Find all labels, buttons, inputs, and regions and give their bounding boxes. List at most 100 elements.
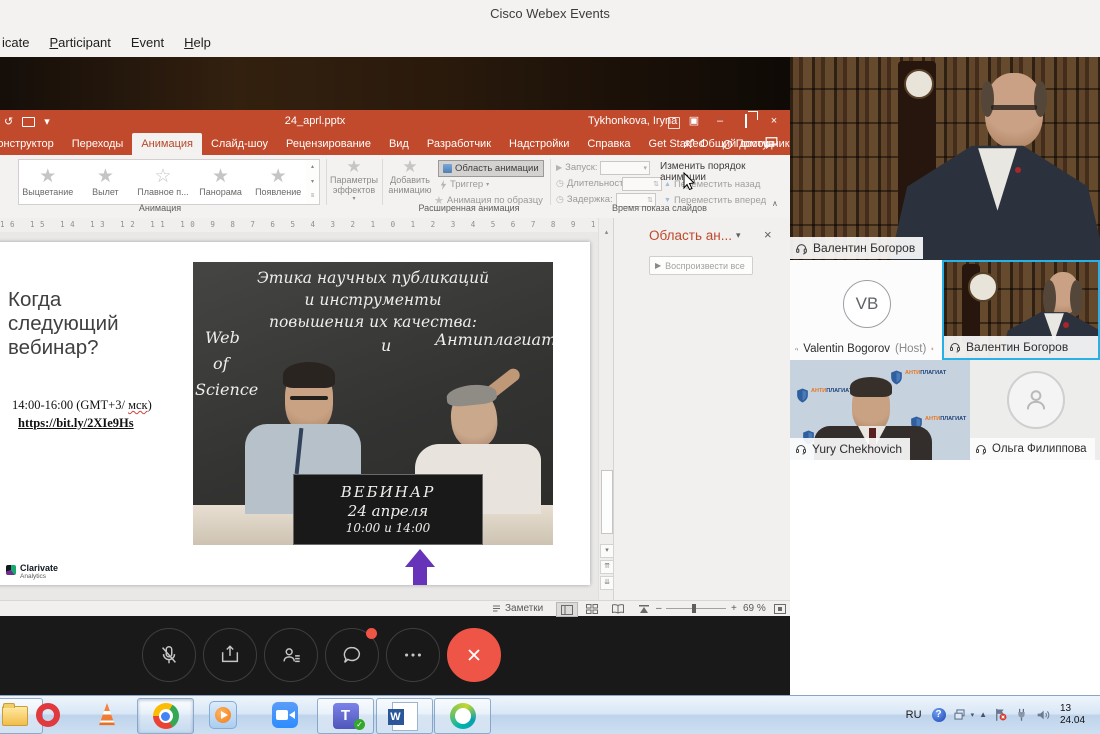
tile-ольга-филиппова-avatar[interactable]: Ольга Филиппова bbox=[970, 360, 1100, 460]
tab-animation[interactable]: Анимация bbox=[132, 133, 202, 155]
slide-scrollbar[interactable]: ▴ ▾ ⇈ ⇊ bbox=[598, 218, 614, 600]
participants-button[interactable] bbox=[264, 628, 318, 682]
power-plug-icon[interactable] bbox=[1014, 707, 1029, 722]
animation-pane-button[interactable]: Область анимации bbox=[438, 160, 544, 177]
tray-caret-icon[interactable]: ▾ bbox=[971, 711, 975, 719]
zoom-in-button[interactable]: + bbox=[731, 601, 737, 616]
gallery-scroll-up-icon[interactable]: ▴ bbox=[306, 160, 319, 175]
gallery-scroll-down-icon[interactable]: ▾ bbox=[306, 175, 319, 190]
show-hidden-icons[interactable]: ▲ bbox=[979, 710, 987, 719]
media-player-icon bbox=[209, 701, 237, 729]
chat-button[interactable] bbox=[325, 628, 379, 682]
taskbar-teams[interactable]: ✓ bbox=[317, 698, 374, 734]
play-icon: ▶ bbox=[655, 261, 661, 270]
zoom-out-button[interactable]: – bbox=[656, 601, 662, 616]
comments-icon[interactable] bbox=[764, 136, 779, 149]
ribbon-display-options-icon[interactable]: ▣ bbox=[682, 110, 706, 133]
tab-view[interactable]: Вид bbox=[380, 133, 418, 155]
gallery-more-icon[interactable]: ≡ bbox=[306, 189, 319, 204]
taskbar-opera[interactable] bbox=[24, 698, 72, 732]
zoom-level[interactable]: 69 % bbox=[743, 601, 766, 616]
slide-time-text: 14:00-16:00 (GMT+3/ мск) bbox=[12, 398, 152, 413]
collapse-ribbon-icon[interactable]: ∧ bbox=[772, 199, 778, 208]
share-screen-button[interactable] bbox=[203, 628, 257, 682]
ppt-share-button[interactable]: Общий доступ bbox=[683, 133, 774, 155]
slide-sorter-view-button[interactable] bbox=[582, 602, 602, 615]
minimize-icon[interactable]: – bbox=[708, 110, 732, 133]
gallery-scroll-buttons: ▴ ▾ ≡ bbox=[306, 159, 320, 205]
animation-fly-in[interactable]: ★Вылет bbox=[77, 160, 135, 204]
tile-valentin-bogorov-avatar[interactable]: VB Valentin Bogorov (Host) bbox=[790, 260, 943, 360]
animation-pane-icon bbox=[443, 164, 452, 173]
help-tray-icon[interactable]: ? bbox=[932, 708, 946, 722]
tab-review[interactable]: Рецензирование bbox=[277, 133, 380, 155]
tab-developer[interactable]: Разработчик bbox=[418, 133, 500, 155]
taskbar-webex[interactable] bbox=[434, 698, 491, 734]
tab-addins[interactable]: Надстройки bbox=[500, 133, 578, 155]
scrollbar-thumb[interactable] bbox=[601, 470, 613, 534]
trigger-button[interactable]: Триггер▾ bbox=[440, 177, 489, 192]
scroll-down-button[interactable]: ▾ bbox=[600, 544, 614, 558]
taskbar-chrome[interactable] bbox=[137, 698, 194, 734]
add-animation-button[interactable]: ★ Добавить анимацию bbox=[386, 158, 434, 204]
close-icon[interactable]: × bbox=[762, 110, 786, 133]
tab-slideshow[interactable]: Слайд-шоу bbox=[202, 133, 277, 155]
avatar-initials: VB bbox=[843, 280, 891, 328]
zoom-slider-thumb[interactable] bbox=[692, 604, 696, 613]
undo-icon[interactable]: ↺ bbox=[4, 115, 13, 128]
play-all-button[interactable]: ▶ Воспроизвести все bbox=[649, 256, 753, 275]
tab-help[interactable]: Справка bbox=[578, 133, 639, 155]
next-slide-button[interactable]: ⇊ bbox=[600, 576, 614, 590]
reading-view-button[interactable] bbox=[608, 602, 628, 615]
menu-item-participant[interactable]: Participant bbox=[39, 35, 120, 50]
animation-pane-title: Область ан... bbox=[649, 228, 732, 243]
mute-button[interactable] bbox=[142, 628, 196, 682]
tab-transitions[interactable]: Переходы bbox=[63, 133, 133, 155]
ppt-ribbon-tabs: Конструктор Переходы Анимация Слайд-шоу … bbox=[0, 133, 790, 155]
animation-pan[interactable]: ★Панорама bbox=[192, 160, 250, 204]
menu-item-event[interactable]: Event bbox=[121, 35, 174, 50]
animation-float-in[interactable]: ☆Плавное п... bbox=[134, 160, 192, 204]
effect-options-button[interactable]: ★ Параметры эффектов ▾ bbox=[330, 158, 378, 204]
tile-валентин-богоров-video-selected[interactable]: Валентин Богоров bbox=[942, 260, 1100, 360]
qat-customize-icon[interactable]: ▾ bbox=[44, 115, 50, 128]
tile-name-label: Валентин Богоров bbox=[944, 336, 1100, 358]
normal-view-button[interactable] bbox=[556, 602, 578, 617]
more-options-button[interactable] bbox=[386, 628, 440, 682]
taskbar-word[interactable] bbox=[376, 698, 433, 734]
menu-item-help[interactable]: Help bbox=[174, 35, 221, 50]
taskbar-zoom[interactable] bbox=[261, 698, 309, 732]
previous-slide-button[interactable]: ⇈ bbox=[600, 560, 614, 574]
animation-gallery: ★Выцветание ★Вылет ☆Плавное п... ★Панора… bbox=[18, 159, 308, 205]
move-earlier-button[interactable]: ▲ Переместить назад bbox=[664, 177, 760, 192]
animation-appear[interactable]: ★Появление bbox=[249, 160, 307, 204]
main-video-валентин-богоров[interactable] bbox=[790, 57, 1100, 260]
leave-event-button[interactable] bbox=[447, 628, 501, 682]
tile-yury-chekhovich-video[interactable]: АНТИПЛАГИАТ АНТИПЛАГИАТ АНТИПЛАГИАТ Yury… bbox=[790, 360, 970, 460]
slideshow-view-button[interactable] bbox=[634, 602, 654, 615]
pane-menu-icon[interactable]: ▾ bbox=[736, 230, 741, 241]
tab-constructor[interactable]: Конструктор bbox=[0, 133, 63, 155]
slide-link: https://bit.ly/2XIe9Hs bbox=[18, 416, 134, 431]
menu-item-communicate[interactable]: icate bbox=[0, 35, 39, 50]
restore-icon[interactable] bbox=[734, 110, 758, 133]
taskbar-vlc[interactable] bbox=[83, 698, 131, 732]
star-icon: ★ bbox=[39, 168, 56, 186]
animation-fade[interactable]: ★Выцветание bbox=[19, 160, 77, 204]
slideshow-icon[interactable] bbox=[22, 117, 35, 127]
photo-man-right-head bbox=[448, 386, 500, 450]
video-person-head bbox=[1047, 272, 1079, 314]
clock[interactable]: 13 24.04 bbox=[1054, 703, 1100, 727]
volume-icon[interactable] bbox=[1035, 707, 1051, 723]
language-indicator[interactable]: RU bbox=[900, 709, 928, 721]
notes-toggle[interactable]: Заметки bbox=[492, 601, 543, 616]
duration-spinner[interactable]: ⇅ bbox=[622, 177, 662, 191]
fit-slide-button[interactable] bbox=[770, 602, 790, 615]
pane-close-icon[interactable]: × bbox=[764, 227, 772, 242]
start-dropdown[interactable]: ▾ bbox=[600, 161, 650, 175]
window-stack-icon[interactable] bbox=[953, 708, 966, 721]
action-center-flag-icon[interactable] bbox=[993, 707, 1008, 722]
taskbar-media-player[interactable] bbox=[199, 698, 247, 732]
scroll-up-icon[interactable]: ▴ bbox=[599, 218, 614, 236]
zoom-slider-track[interactable] bbox=[666, 608, 726, 609]
